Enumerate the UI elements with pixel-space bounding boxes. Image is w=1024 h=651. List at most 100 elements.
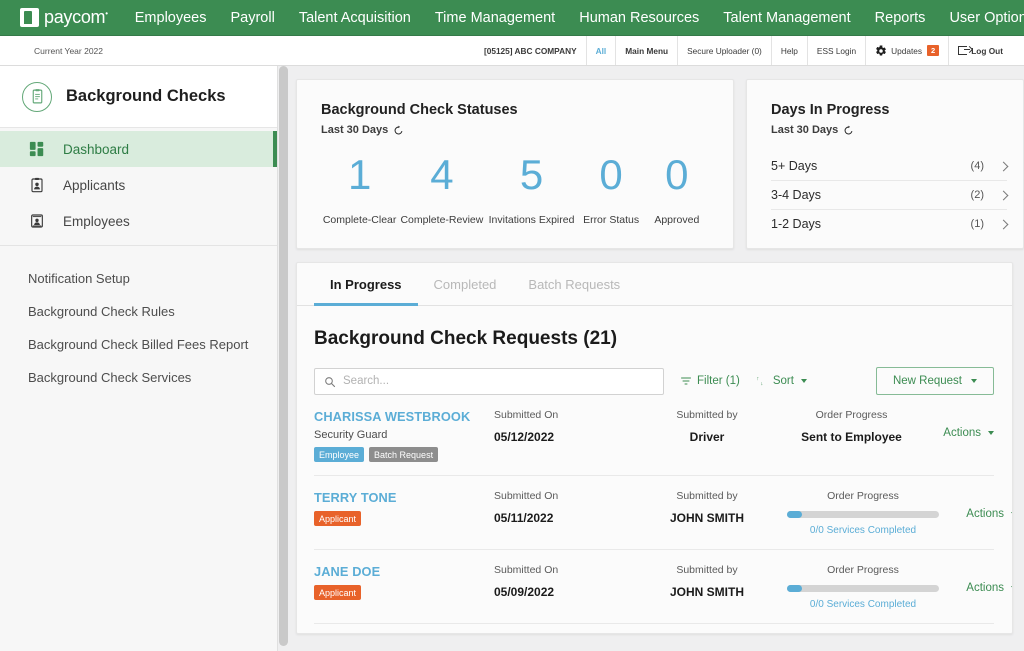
nav-item-human-resources[interactable]: Human Resources xyxy=(578,6,700,30)
all-link[interactable]: All xyxy=(586,36,616,65)
days-row-3-4[interactable]: 3-4 Days (2) xyxy=(771,181,1007,210)
requests-toolbar: Filter (1) ↑ ↓ Sort New Req xyxy=(297,350,1012,395)
new-request-label: New Request xyxy=(893,375,962,387)
sidebar-item-label: Applicants xyxy=(63,178,125,193)
stat-complete-review[interactable]: 4 Complete-Review xyxy=(398,154,485,226)
submitted-on-value: 05/11/2022 xyxy=(494,511,627,525)
sidebar-links: Notification Setup Background Check Rule… xyxy=(0,246,277,394)
updates-count-badge: 2 xyxy=(927,45,939,56)
chevron-down-icon xyxy=(801,379,807,383)
main-inner: Background Check Statuses Last 30 Days xyxy=(278,79,1024,634)
days-row-right: (1) xyxy=(971,218,1007,230)
updates-link[interactable]: Updates 2 xyxy=(865,36,948,65)
paycom-logo-text: paycom• xyxy=(44,7,108,28)
tab-batch-requests[interactable]: Batch Requests xyxy=(512,263,636,306)
sidebar-item-label: Dashboard xyxy=(63,142,129,157)
days-row-count: (1) xyxy=(971,218,984,230)
nav-item-talent-acquisition[interactable]: Talent Acquisition xyxy=(298,6,412,30)
actions-button[interactable]: Actions xyxy=(943,427,994,439)
stat-approved[interactable]: 0 Approved xyxy=(645,154,709,226)
table-row[interactable]: JANE DOE Applicant Submitted On 05/09/20… xyxy=(314,550,994,624)
row-name-column: TERRY TONE Applicant xyxy=(314,490,494,526)
background-checks-icon xyxy=(22,82,52,112)
days-row-1-2[interactable]: 1-2 Days (1) xyxy=(771,210,1007,238)
filter-button[interactable]: Filter (1) xyxy=(680,375,740,387)
company-selector[interactable]: [05125] ABC COMPANY xyxy=(475,36,586,65)
days-row-5-plus[interactable]: 5+ Days (4) xyxy=(771,152,1007,181)
ess-login-link[interactable]: ESS Login xyxy=(807,36,865,65)
panel-tabs: In Progress Completed Batch Requests xyxy=(297,263,1012,306)
days-card-subtitle-row: Last 30 Days xyxy=(771,124,999,136)
status-badge: Employee xyxy=(314,447,364,462)
request-name-link[interactable]: CHARISSA WESTBROOK xyxy=(314,409,494,424)
search-box[interactable] xyxy=(314,368,664,395)
row-actions-column: Actions xyxy=(939,564,1013,596)
request-badges: Applicant xyxy=(314,511,494,526)
column-header: Order Progress xyxy=(787,490,939,502)
sidebar-item-dashboard[interactable]: Dashboard xyxy=(0,131,277,167)
request-subtitle: Security Guard xyxy=(314,429,494,441)
status-badge: Batch Request xyxy=(369,447,438,462)
request-badges: Applicant xyxy=(314,585,494,600)
sidebar-item-employees[interactable]: Employees xyxy=(0,203,277,239)
main-scrollbar-thumb[interactable] xyxy=(279,66,288,646)
nav-item-employees[interactable]: Employees xyxy=(134,6,208,30)
actions-button[interactable]: Actions xyxy=(966,508,1013,520)
search-input[interactable] xyxy=(343,375,654,387)
sidebar-link-background-check-services[interactable]: Background Check Services xyxy=(0,361,277,394)
request-name-link[interactable]: TERRY TONE xyxy=(314,490,494,505)
sidebar-link-billed-fees-report[interactable]: Background Check Billed Fees Report xyxy=(0,328,277,361)
nav-item-talent-management[interactable]: Talent Management xyxy=(722,6,851,30)
table-row[interactable]: TERRY TONE Applicant Submitted On 05/11/… xyxy=(314,476,994,550)
row-actions-column: Actions xyxy=(939,490,1013,522)
column-header: Order Progress xyxy=(787,564,939,576)
tab-in-progress[interactable]: In Progress xyxy=(314,263,418,306)
refresh-icon[interactable] xyxy=(843,125,854,136)
sort-button[interactable]: ↑ ↓ Sort xyxy=(756,375,807,387)
main-scrollbar[interactable] xyxy=(278,66,289,651)
stat-label: Complete-Clear xyxy=(321,214,398,226)
chevron-right-icon xyxy=(999,161,1009,171)
request-name-link[interactable]: JANE DOE xyxy=(314,564,494,579)
sidebar-link-background-check-rules[interactable]: Background Check Rules xyxy=(0,295,277,328)
stat-complete-clear[interactable]: 1 Complete-Clear xyxy=(321,154,398,226)
filter-label: Filter (1) xyxy=(697,375,740,387)
statuses-card-title: Background Check Statuses xyxy=(321,102,709,118)
sort-icon: ↑ ↓ xyxy=(756,375,768,387)
table-row[interactable]: CHARISSA WESTBROOK Security Guard Employ… xyxy=(314,395,994,476)
summary-cards-row: Background Check Statuses Last 30 Days xyxy=(296,79,1024,249)
sidebar-link-notification-setup[interactable]: Notification Setup xyxy=(0,262,277,295)
statuses-card-subtitle-row: Last 30 Days xyxy=(321,124,709,136)
nav-item-reports[interactable]: Reports xyxy=(874,6,927,30)
paycom-logo[interactable]: paycom• xyxy=(20,7,108,28)
svg-text:↑: ↑ xyxy=(756,376,759,382)
secure-uploader-link[interactable]: Secure Uploader (0) xyxy=(677,36,771,65)
help-link[interactable]: Help xyxy=(771,36,807,65)
stat-label: Error Status xyxy=(578,214,645,226)
column-header: Submitted On xyxy=(494,409,627,421)
background-check-statuses-card: Background Check Statuses Last 30 Days xyxy=(296,79,734,249)
actions-button[interactable]: Actions xyxy=(966,582,1013,594)
progress-bar-label: 0/0 Services Completed xyxy=(810,525,916,536)
new-request-button[interactable]: New Request xyxy=(876,367,994,395)
nav-item-payroll[interactable]: Payroll xyxy=(229,6,275,30)
main-menu-link[interactable]: Main Menu xyxy=(615,36,677,65)
column-header: Submitted On xyxy=(494,490,627,502)
stat-label: Approved xyxy=(645,214,709,226)
log-out-button[interactable]: Log Out xyxy=(948,36,1012,65)
chevron-down-icon xyxy=(1011,586,1013,590)
sidebar-item-applicants[interactable]: Applicants xyxy=(0,167,277,203)
stat-error-status[interactable]: 0 Error Status xyxy=(578,154,645,226)
tab-completed[interactable]: Completed xyxy=(418,263,513,306)
request-badges: Employee Batch Request xyxy=(314,447,494,462)
row-actions-column: Actions xyxy=(916,409,994,441)
nav-item-user-options[interactable]: User Options xyxy=(948,6,1024,30)
requests-panel: In Progress Completed Batch Requests Bac… xyxy=(296,262,1013,634)
refresh-icon[interactable] xyxy=(393,125,404,136)
progress-bar xyxy=(787,585,939,592)
stat-invitations-expired[interactable]: 5 Invitations Expired xyxy=(486,154,578,226)
row-submitted-on-column: Submitted On 05/09/2022 xyxy=(494,564,627,599)
days-row-count: (2) xyxy=(971,189,984,201)
row-name-column: JANE DOE Applicant xyxy=(314,564,494,600)
nav-item-time-management[interactable]: Time Management xyxy=(434,6,556,30)
